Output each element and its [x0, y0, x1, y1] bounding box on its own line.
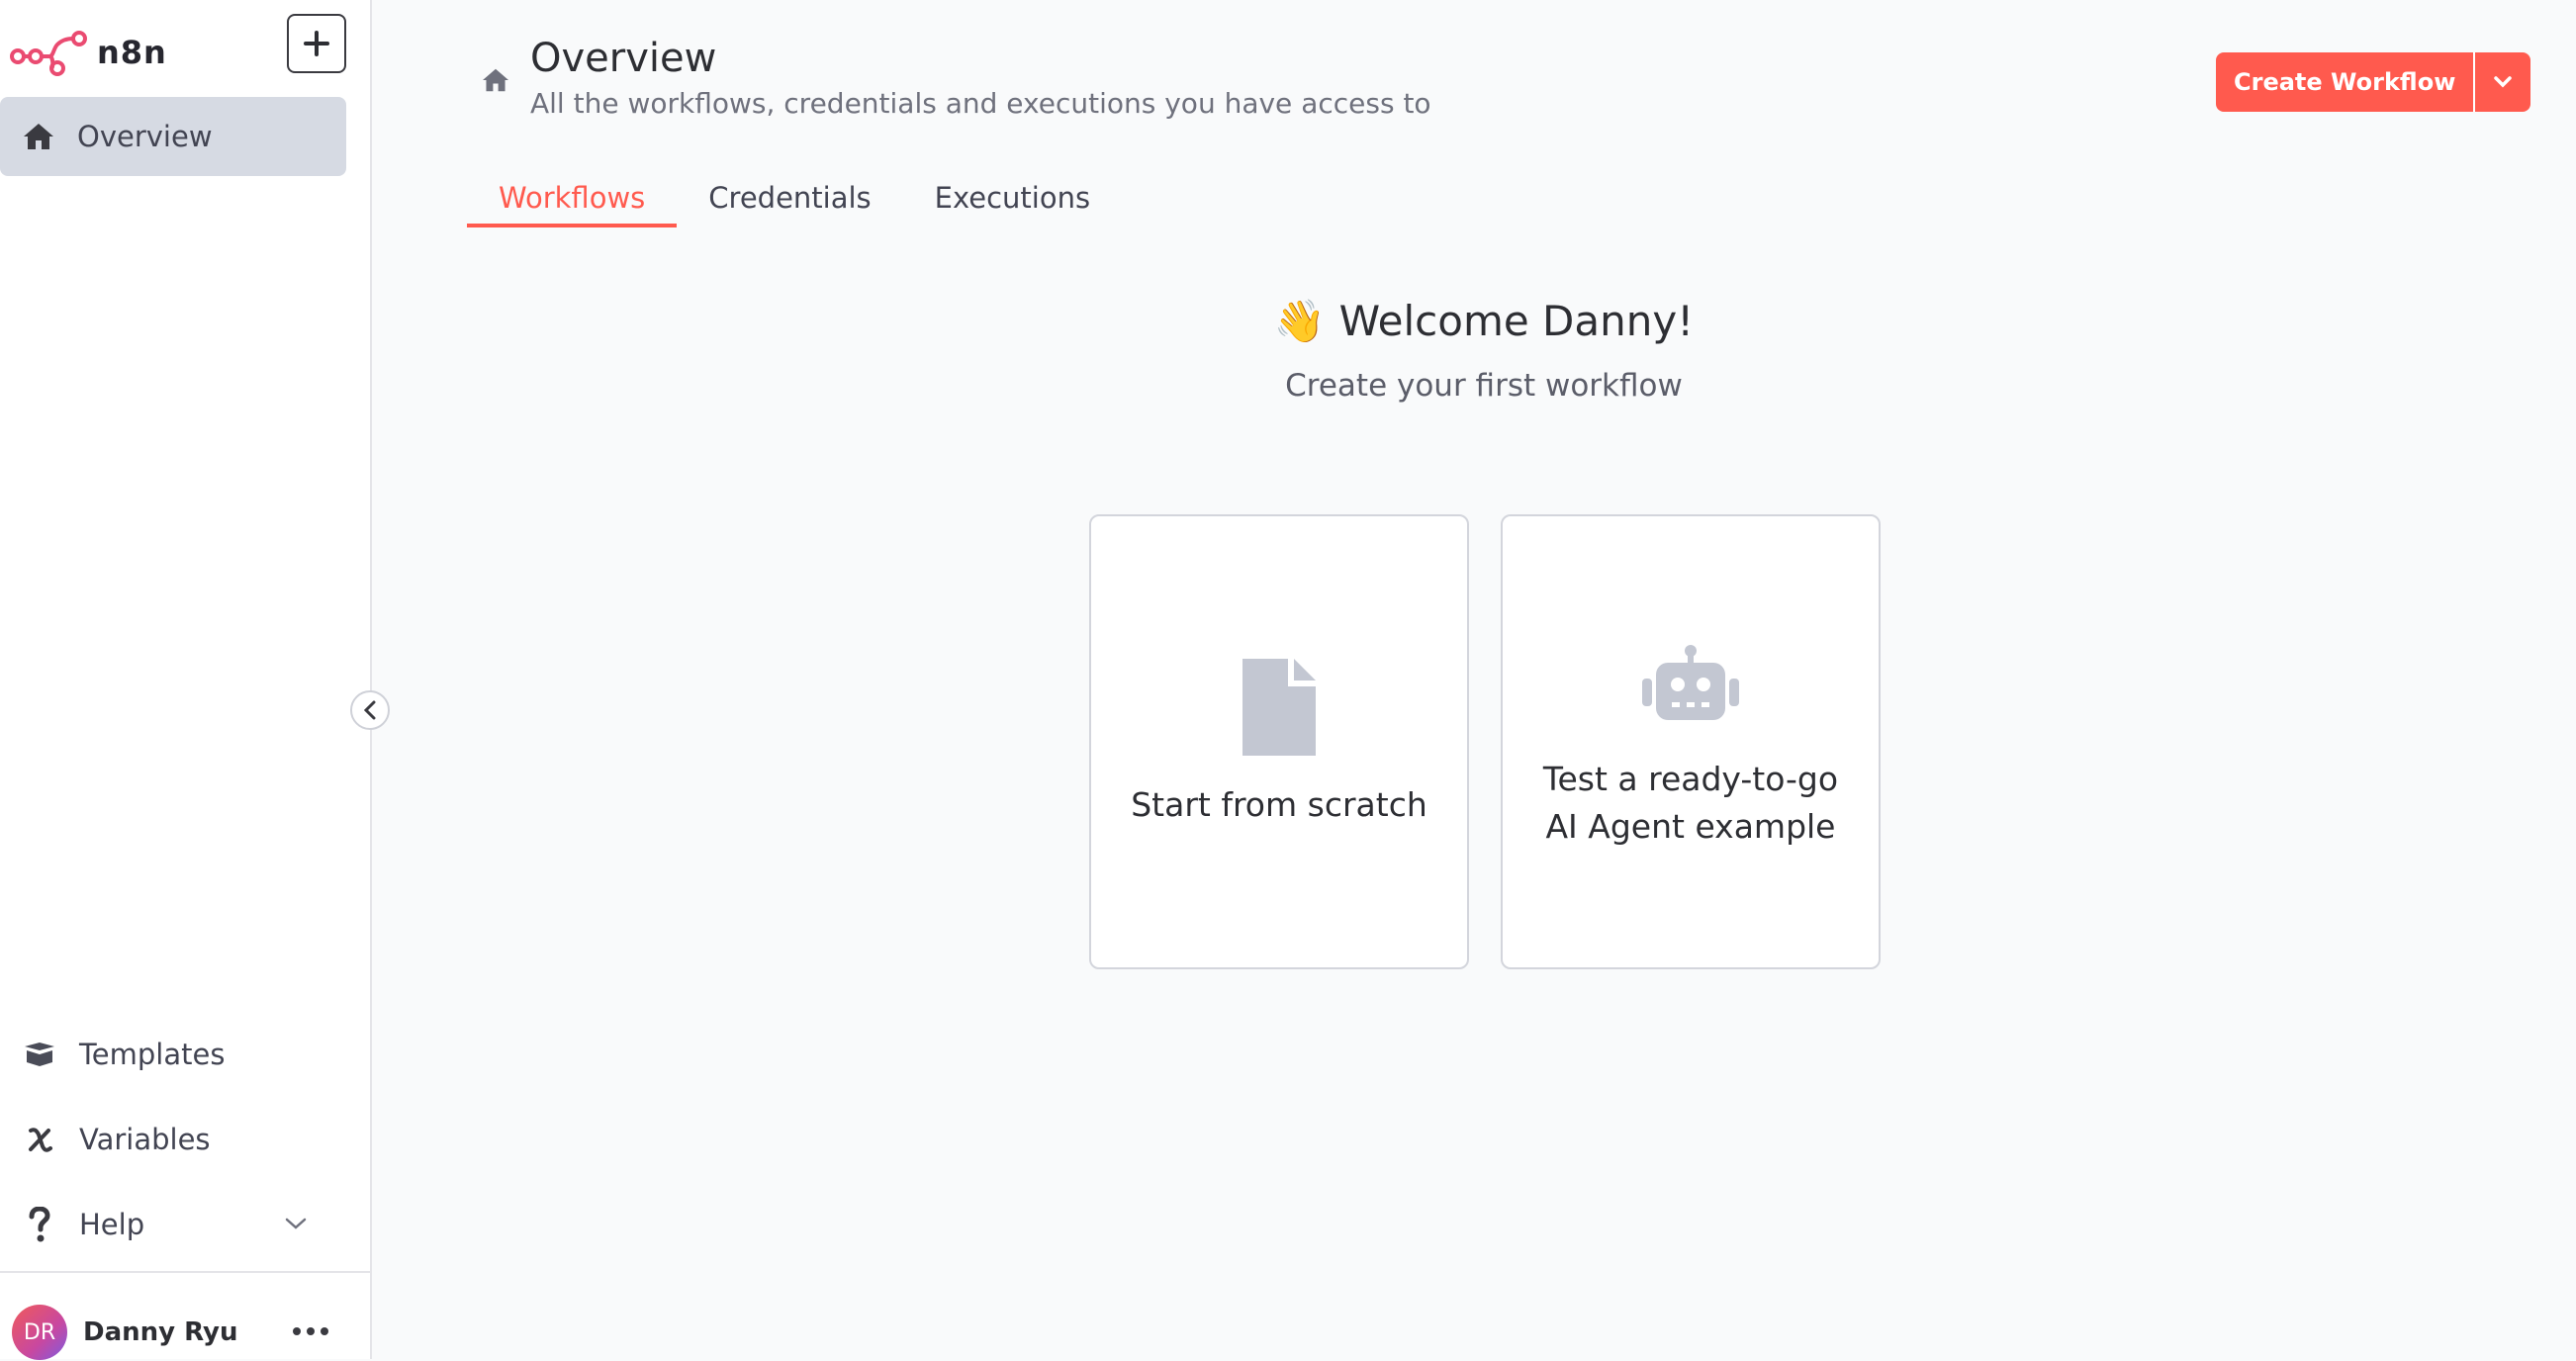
- templates-icon: [20, 1041, 59, 1068]
- sidebar-item-templates[interactable]: Templates: [20, 1025, 317, 1084]
- tabs: Workflows Credentials Executions: [467, 168, 1122, 227]
- sidebar-item-label: Templates: [79, 1038, 226, 1071]
- card-label-line: AI Agent example: [1545, 807, 1836, 846]
- sidebar-item-label: Overview: [77, 120, 213, 153]
- plus-icon: [304, 31, 329, 56]
- sidebar: n8n Overview Templates Variables Help DR…: [0, 0, 372, 1361]
- create-workflow-button[interactable]: Create Workflow: [2216, 52, 2474, 112]
- help-icon: [20, 1207, 59, 1242]
- sidebar-item-label: Variables: [79, 1123, 211, 1156]
- more-options-icon[interactable]: [293, 1319, 328, 1343]
- app-logo[interactable]: n8n: [10, 18, 167, 87]
- sidebar-item-help[interactable]: Help: [20, 1195, 317, 1254]
- add-button[interactable]: [287, 14, 346, 73]
- home-icon: [24, 124, 53, 149]
- page-title: Overview: [530, 36, 717, 81]
- n8n-logo-icon: [10, 31, 87, 76]
- user-name: Danny Ryu: [83, 1317, 238, 1347]
- welcome-subtitle: Create your first workflow: [1285, 368, 1683, 404]
- welcome-title-text: Welcome Danny!: [1338, 297, 1695, 345]
- tab-workflows[interactable]: Workflows: [467, 168, 678, 227]
- card-label: Test a ready-to-go AI Agent example: [1503, 756, 1879, 851]
- file-icon: [1091, 659, 1467, 756]
- sidebar-item-overview[interactable]: Overview: [0, 97, 346, 176]
- create-workflow-button-group: Create Workflow: [2216, 52, 2531, 112]
- tab-executions[interactable]: Executions: [903, 168, 1122, 227]
- welcome-heading: 👋 Welcome Danny!: [1088, 297, 1880, 346]
- divider: [0, 1271, 370, 1273]
- variables-icon: [20, 1125, 59, 1154]
- start-from-scratch-card[interactable]: Start from scratch: [1089, 514, 1469, 969]
- app-name: n8n: [97, 34, 167, 71]
- card-label: Start from scratch: [1131, 785, 1427, 824]
- tab-credentials[interactable]: Credentials: [677, 168, 902, 227]
- chevron-down-icon: [2494, 76, 2513, 88]
- create-workflow-dropdown-button[interactable]: [2473, 52, 2531, 112]
- chevron-down-icon[interactable]: [281, 1209, 311, 1238]
- home-icon: [483, 68, 508, 92]
- wave-icon: 👋: [1273, 297, 1327, 345]
- robot-icon: [1503, 645, 1879, 724]
- user-profile[interactable]: DR Danny Ryu: [12, 1304, 237, 1361]
- page-subtitle: All the workflows, credentials and execu…: [530, 87, 1431, 120]
- avatar: DR: [12, 1305, 67, 1360]
- card-label-line: Test a ready-to-go: [1542, 760, 1839, 798]
- sidebar-item-variables[interactable]: Variables: [20, 1110, 317, 1169]
- sidebar-item-label: Help: [79, 1208, 145, 1241]
- collapse-sidebar-button[interactable]: [350, 690, 390, 730]
- welcome-section: 👋 Welcome Danny! Create your first workf…: [1088, 297, 1880, 404]
- chevron-left-icon: [363, 700, 376, 720]
- ai-agent-example-card[interactable]: Test a ready-to-go AI Agent example: [1501, 514, 1881, 969]
